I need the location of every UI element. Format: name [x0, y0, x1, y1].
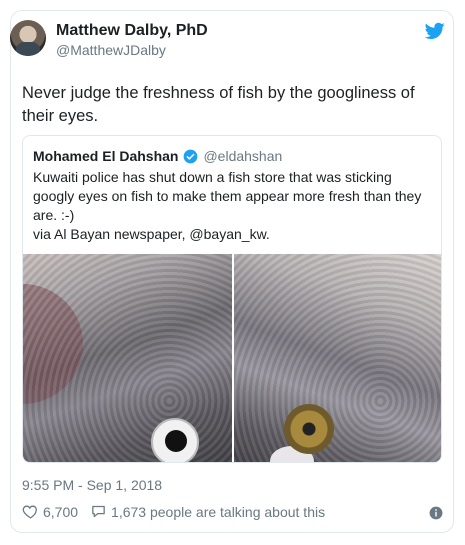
quoted-header: Mohamed El Dahshan @eldahshan	[33, 148, 282, 164]
tweet-footer: 6,700 1,673 people are talking about thi…	[22, 503, 325, 520]
tweet-timestamp[interactable]: 9:55 PM - Sep 1, 2018	[22, 477, 162, 493]
quoted-author-handle: @eldahshan	[203, 148, 283, 164]
photo-fish-googly-eye[interactable]	[23, 254, 232, 462]
fish-scales	[23, 254, 232, 462]
quoted-author-name: Mohamed El Dahshan	[33, 148, 179, 164]
googly-eye	[151, 418, 199, 462]
quoted-text: Kuwaiti police has shut down a fish stor…	[33, 169, 422, 242]
tweet-text: Never judge the freshness of fish by the…	[22, 84, 415, 125]
like-count[interactable]: 6,700	[43, 504, 78, 520]
quoted-photos[interactable]	[23, 254, 441, 462]
avatar[interactable]	[10, 20, 46, 56]
fish-eye	[284, 404, 334, 454]
photo-fish-real-eye[interactable]	[234, 254, 441, 462]
verified-icon	[184, 149, 198, 163]
author-handle[interactable]: @MatthewJDalby	[56, 42, 166, 58]
comment-icon[interactable]	[90, 503, 107, 520]
author-name[interactable]: Matthew Dalby, PhD	[56, 22, 208, 40]
twitter-bird-icon[interactable]	[425, 22, 445, 40]
conversation-count[interactable]: 1,673 people are talking about this	[111, 504, 325, 520]
quoted-tweet[interactable]: Mohamed El Dahshan @eldahshan Kuwaiti po…	[22, 135, 442, 463]
heart-icon[interactable]	[22, 503, 39, 520]
info-icon[interactable]	[429, 506, 443, 520]
tweet-header: Matthew Dalby, PhD @MatthewJDalby	[10, 20, 445, 70]
fish-scales	[234, 254, 441, 462]
